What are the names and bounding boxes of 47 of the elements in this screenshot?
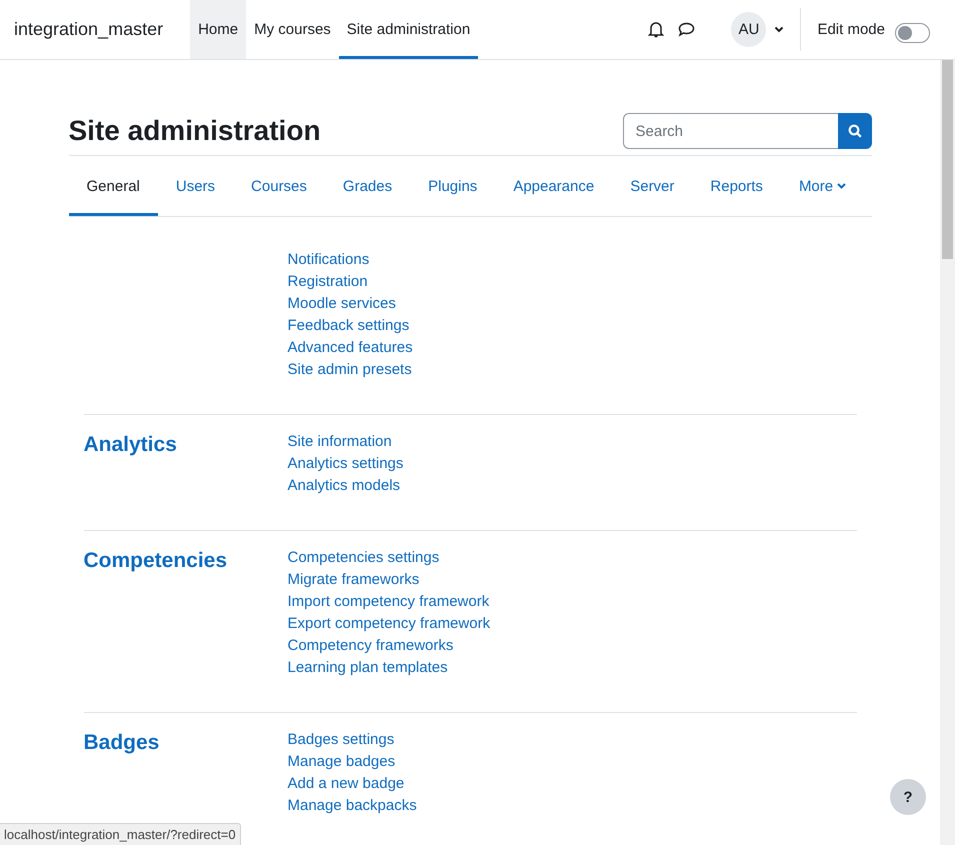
admin-link[interactable]: Moodle services <box>288 293 396 315</box>
user-avatar[interactable]: AU <box>731 12 766 47</box>
tab[interactable]: Users <box>158 156 234 216</box>
section-heading: Badges <box>84 730 160 756</box>
admin-link[interactable]: Manage backpacks <box>288 795 417 817</box>
admin-link[interactable]: Site admin presets <box>288 359 412 381</box>
nav-link[interactable]: Home <box>190 0 246 59</box>
caret-icon[interactable] <box>774 26 784 33</box>
speech-bubble-icon[interactable] <box>678 22 696 37</box>
section-heading: Competencies <box>84 548 228 574</box>
admin-link[interactable]: Migrate frameworks <box>288 569 420 591</box>
admin-link[interactable]: Feedback settings <box>288 315 410 337</box>
admin-link[interactable]: Add a new badge <box>288 773 404 795</box>
admin-link[interactable]: Analytics settings <box>288 453 404 475</box>
tab[interactable]: Server <box>612 156 692 216</box>
search-field[interactable]: Search <box>622 113 838 149</box>
tab[interactable]: Grades <box>324 156 410 216</box>
search-icon <box>848 124 862 138</box>
admin-link[interactable]: Notifications <box>288 249 370 271</box>
tab[interactable]: Appearance <box>495 156 612 216</box>
admin-link[interactable]: Analytics models <box>288 475 400 497</box>
admin-link[interactable]: Badges settings <box>288 729 394 751</box>
section-heading: Analytics <box>84 432 178 458</box>
admin-link[interactable]: Registration <box>288 271 368 293</box>
edit-mode-switch[interactable] <box>895 22 930 42</box>
page-title: Site administration <box>68 115 321 147</box>
tab[interactable]: Plugins <box>410 156 496 216</box>
admin-link[interactable]: Advanced features <box>288 337 413 359</box>
tab[interactable]: Reports <box>692 156 781 216</box>
tab[interactable]: More <box>780 156 864 216</box>
search-button[interactable] <box>838 113 872 149</box>
bell-icon[interactable] <box>648 21 664 38</box>
edit-mode-label: Edit mode <box>817 21 885 38</box>
status-url: localhost/integration_master/?redirect=0 <box>0 823 241 845</box>
help-button[interactable]: ? <box>890 779 926 815</box>
admin-link[interactable]: Export competency framework <box>288 613 490 635</box>
tab[interactable]: General <box>68 156 158 216</box>
admin-link[interactable]: Manage badges <box>288 751 396 773</box>
tab[interactable]: Courses <box>233 156 325 216</box>
admin-link[interactable]: Competencies settings <box>288 547 440 569</box>
site-name: integration_master <box>14 19 164 40</box>
admin-link[interactable]: Competency frameworks <box>288 635 454 657</box>
caret-icon <box>837 183 846 189</box>
admin-link[interactable]: Import competency framework <box>288 591 490 613</box>
admin-link[interactable]: Learning plan templates <box>288 657 448 679</box>
admin-link[interactable]: Site information <box>288 431 392 453</box>
scrollbar[interactable] <box>940 60 955 845</box>
